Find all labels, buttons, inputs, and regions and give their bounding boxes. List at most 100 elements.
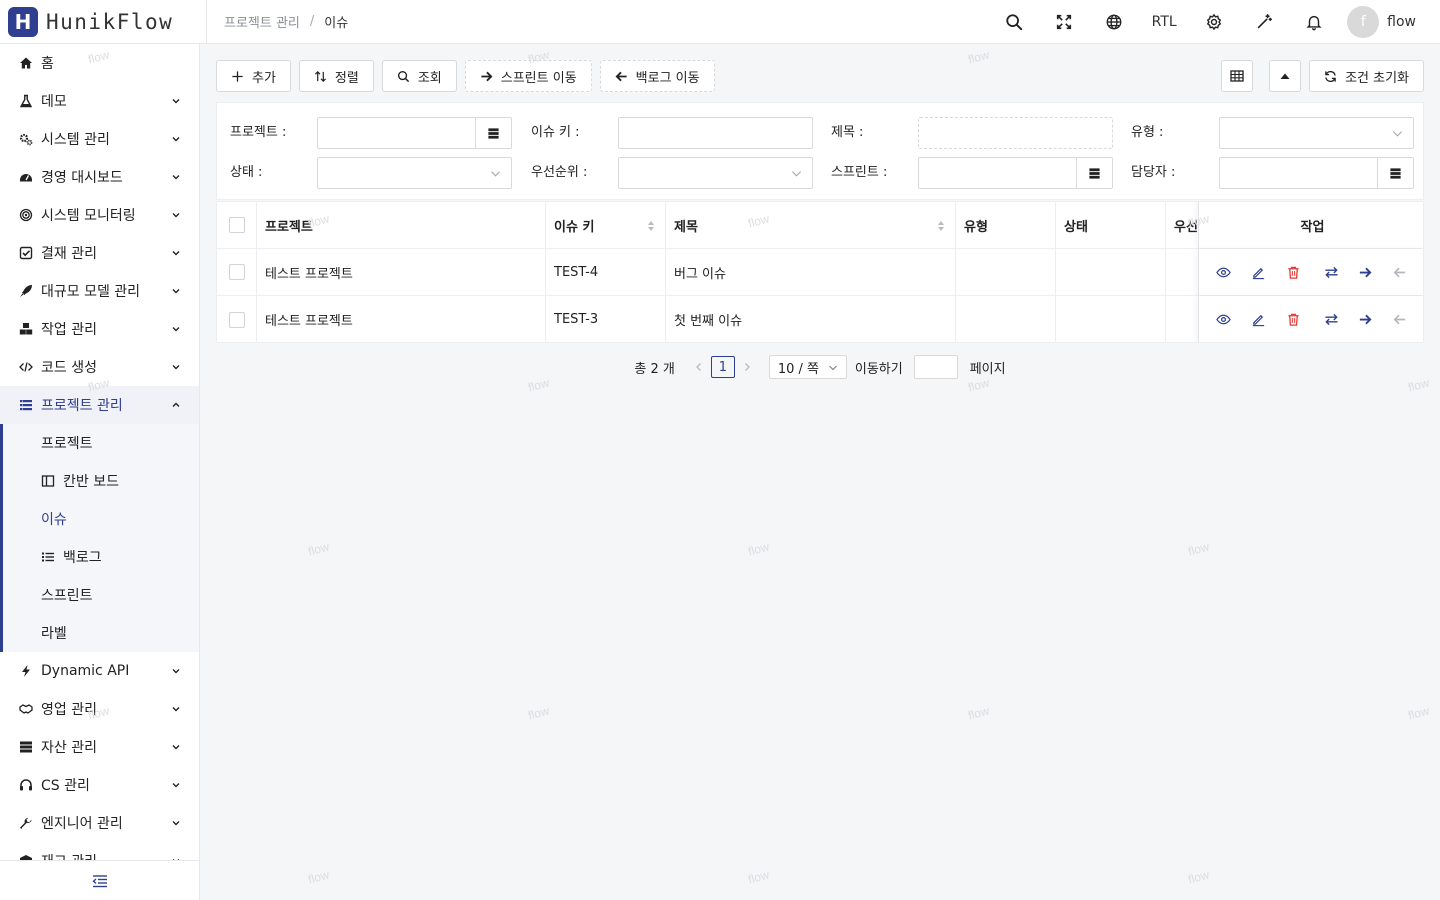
sidebar-item-approval[interactable]: 결재 관리: [0, 234, 199, 272]
server-icon: [19, 740, 33, 754]
status-filter-select[interactable]: [317, 157, 512, 189]
page-number-button[interactable]: 1: [710, 356, 735, 378]
prev-page-button[interactable]: [687, 355, 711, 379]
theme-button[interactable]: [1239, 0, 1289, 44]
move-to-backlog-icon[interactable]: [1392, 265, 1407, 280]
move-to-sprint-icon[interactable]: [1358, 265, 1373, 280]
sidebar-subitem-project[interactable]: 프로젝트: [3, 424, 199, 462]
table-row[interactable]: 테스트 프로젝트 TEST-4 버그 이슈: [217, 249, 1423, 296]
sidebar-item-llm[interactable]: 대규모 모델 관리: [0, 272, 199, 310]
logo[interactable]: H HunikFlow: [0, 0, 207, 44]
sidebar-item-system[interactable]: 시스템 관리: [0, 120, 199, 158]
delete-icon[interactable]: [1286, 265, 1301, 280]
sprint-picker-button[interactable]: [1076, 158, 1112, 188]
cell-title: 버그 이슈: [666, 249, 956, 295]
sidebar-item-label: Dynamic API: [41, 663, 130, 679]
sidebar-subitem-kanban[interactable]: 칸반 보드: [3, 462, 199, 500]
table-row[interactable]: 테스트 프로젝트 TEST-3 첫 번째 이슈: [217, 296, 1423, 342]
move-to-backlog-button[interactable]: 백로그 이동: [599, 60, 715, 92]
bolt-icon: [19, 664, 33, 678]
notification-button[interactable]: [1289, 0, 1339, 44]
sidebar-item-dashboard[interactable]: 경영 대시보드: [0, 158, 199, 196]
filter-label-title: 제목 :: [831, 125, 864, 140]
add-button[interactable]: 추가: [216, 60, 291, 92]
arrow-right-icon: [481, 71, 493, 81]
jump-page-input[interactable]: [913, 355, 958, 379]
column-header-actions: 작업: [1300, 219, 1325, 235]
assignee-filter-input[interactable]: [1219, 157, 1414, 189]
collapse-sidebar-button[interactable]: [0, 860, 199, 900]
edit-icon[interactable]: [1251, 265, 1266, 280]
wrench-icon: [19, 816, 33, 830]
breadcrumb-parent[interactable]: 프로젝트 관리: [224, 12, 300, 31]
move-to-sprint-button[interactable]: 스프린트 이동: [464, 60, 592, 92]
language-button[interactable]: [1089, 0, 1139, 44]
project-submenu: 프로젝트 칸반 보드 이슈 백로그 스프린트 라벨: [0, 424, 199, 652]
chevron-down-icon: [171, 324, 181, 334]
sidebar-item-project-mgmt[interactable]: 프로젝트 관리: [0, 386, 199, 424]
sidebar-item-jobs[interactable]: 작업 관리: [0, 310, 199, 348]
priority-filter-select[interactable]: [618, 157, 813, 189]
transfer-icon[interactable]: [1324, 312, 1339, 327]
sidebar-item-sales[interactable]: 영업 관리: [0, 690, 199, 728]
sort-button[interactable]: 정렬: [298, 60, 374, 92]
assignee-picker-button[interactable]: [1377, 158, 1413, 188]
sidebar-subitem-issue[interactable]: 이슈: [3, 500, 199, 538]
sidebar-item-label: 재고 관리: [41, 851, 97, 860]
chevron-left-icon: [695, 363, 701, 371]
sidebar-subitem-label-page[interactable]: 라벨: [3, 614, 199, 652]
sidebar-item-engineer[interactable]: 엔지니어 관리: [0, 804, 199, 842]
flask-icon: [19, 94, 33, 108]
move-to-sprint-icon[interactable]: [1358, 312, 1373, 327]
chevron-down-icon: [791, 171, 802, 177]
sidebar-item-dynamic-api[interactable]: Dynamic API: [0, 652, 199, 690]
gear-icon: [1207, 13, 1222, 30]
column-header-type[interactable]: 유형: [956, 202, 1056, 248]
sidebar-item-monitoring[interactable]: 시스템 모니터링: [0, 196, 199, 234]
title-filter-input[interactable]: [918, 117, 1113, 149]
row-actions: [1198, 249, 1423, 295]
filter-label-issue-key: 이슈 키 :: [531, 125, 580, 140]
column-header-issue-key[interactable]: 이슈 키: [546, 202, 666, 248]
next-page-button[interactable]: [735, 355, 759, 379]
search-button[interactable]: [989, 0, 1039, 44]
search-query-button[interactable]: 조회: [381, 60, 457, 92]
sidebar-subitem-backlog[interactable]: 백로그: [3, 538, 199, 576]
column-header-status[interactable]: 상태: [1056, 202, 1166, 248]
rtl-toggle[interactable]: RTL: [1139, 0, 1189, 44]
user-menu[interactable]: f flow: [1347, 5, 1416, 38]
type-filter-select[interactable]: [1219, 117, 1414, 149]
column-header-project[interactable]: 프로젝트: [257, 202, 546, 248]
sidebar-subitem-sprint[interactable]: 스프린트: [3, 576, 199, 614]
row-checkbox[interactable]: [228, 311, 245, 328]
target-icon: [19, 208, 33, 222]
move-to-backlog-icon[interactable]: [1392, 312, 1407, 327]
collapse-filter-button[interactable]: [1269, 60, 1302, 92]
project-filter-input[interactable]: [317, 117, 512, 149]
project-picker-button[interactable]: [475, 118, 511, 148]
sidebar-item-inventory[interactable]: 재고 관리: [0, 842, 199, 860]
sort-icon: [648, 221, 654, 231]
sidebar-item-home[interactable]: 홈: [0, 44, 199, 82]
row-checkbox[interactable]: [228, 264, 245, 280]
page-size-select[interactable]: 10 / 쪽: [768, 355, 847, 379]
column-header-title[interactable]: 제목: [666, 202, 956, 248]
sidebar-item-assets[interactable]: 자산 관리: [0, 728, 199, 766]
issue-key-filter-input[interactable]: [618, 117, 813, 149]
delete-icon[interactable]: [1286, 312, 1301, 327]
reset-filter-button[interactable]: 조건 초기화: [1309, 60, 1424, 92]
cell-type: [956, 296, 1056, 342]
column-settings-button[interactable]: [1221, 60, 1254, 92]
search-icon: [1006, 13, 1023, 30]
transfer-icon[interactable]: [1324, 265, 1339, 280]
sidebar-item-cs[interactable]: CS 관리: [0, 766, 199, 804]
select-all-checkbox[interactable]: [228, 217, 245, 233]
fullscreen-button[interactable]: [1039, 0, 1089, 44]
view-icon[interactable]: [1216, 312, 1231, 327]
sidebar-item-demo[interactable]: 데모: [0, 82, 199, 120]
sidebar-item-codegen[interactable]: 코드 생성: [0, 348, 199, 386]
edit-icon[interactable]: [1251, 312, 1266, 327]
view-icon[interactable]: [1216, 265, 1231, 280]
sprint-filter-input[interactable]: [918, 157, 1113, 189]
settings-button[interactable]: [1189, 0, 1239, 44]
